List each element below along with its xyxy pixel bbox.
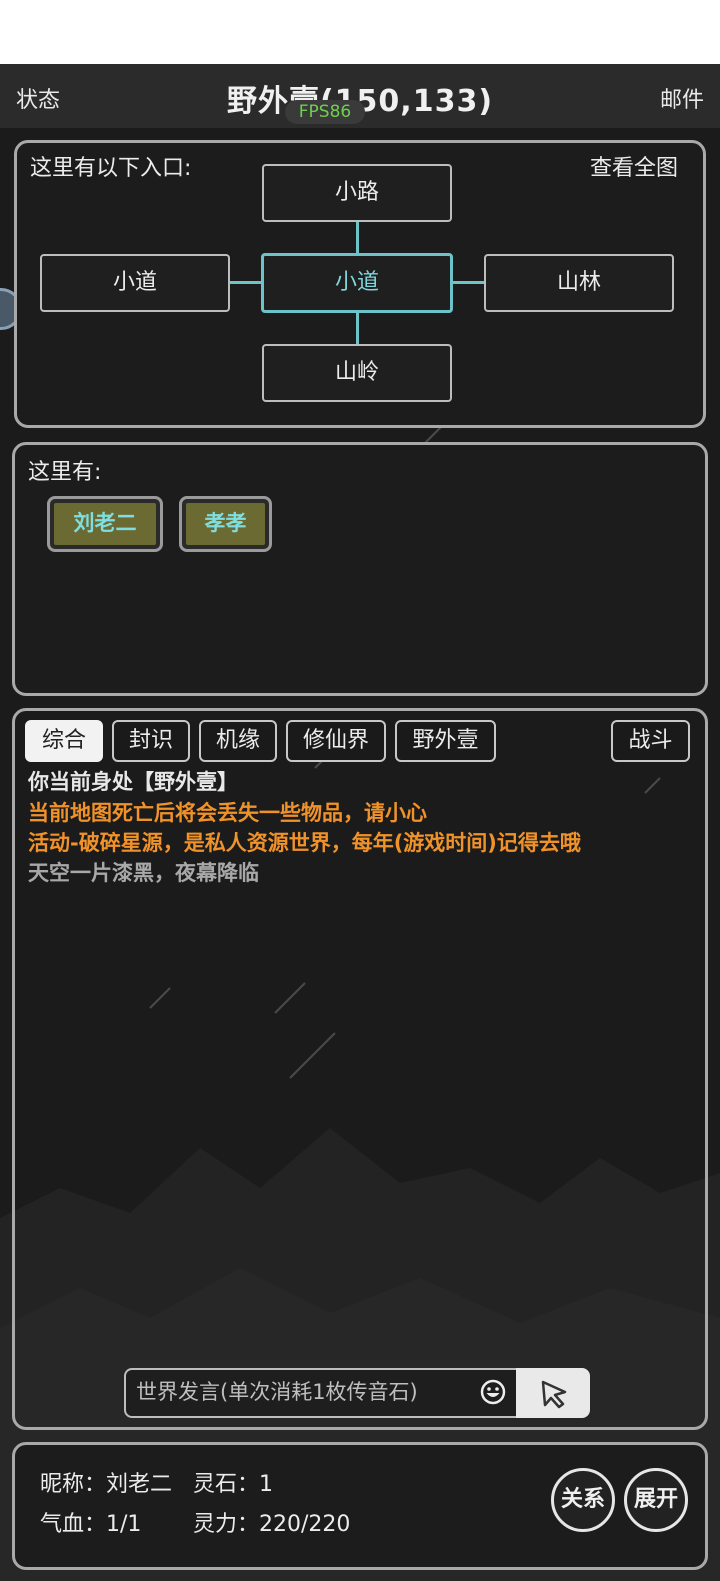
connector-north [356,221,359,254]
send-button[interactable] [516,1368,590,1418]
tab-yewaiyi[interactable]: 野外壹 [395,720,496,762]
connector-west [230,281,261,284]
exit-south[interactable]: 山岭 [262,344,452,402]
relation-button[interactable]: 关系 [551,1468,615,1532]
mail-button[interactable]: 邮件 [660,82,704,114]
mana-text: 灵力：220/220 [193,1512,351,1537]
fps-counter: FPS86 [285,100,365,124]
connector-east [453,281,484,284]
npc-name: 刘老二 [54,503,156,545]
current-location: 小道 [261,253,453,313]
top-bar: 状态 野外壹(150,133) FPS86 邮件 [0,64,720,128]
chat-message: 活动-破碎星源，是私人资源世界，每年(游戏时间)记得去哦 [28,831,581,855]
exit-west[interactable]: 小道 [40,254,230,312]
tab-jiyuan[interactable]: 机缘 [199,720,277,762]
npc-xiaoxiao[interactable]: 孝孝 [179,496,272,552]
tab-general[interactable]: 综合 [25,720,103,762]
npc-liu-laoer[interactable]: 刘老二 [47,496,163,552]
npc-name: 孝孝 [186,503,265,545]
tab-battle[interactable]: 战斗 [611,720,690,762]
world-chat-input[interactable]: 世界发言(单次消耗1枚传音石) [124,1368,518,1418]
emoji-icon[interactable] [480,1379,506,1405]
here-heading: 这里有: [28,460,102,485]
tab-fengshi[interactable]: 封识 [112,720,190,762]
exit-north[interactable]: 小路 [262,164,452,222]
expand-button[interactable]: 展开 [624,1468,688,1532]
spirit-stone-text: 灵石：1 [193,1472,273,1497]
connector-south [356,312,359,345]
hp-text: 气血：1/1 [40,1512,142,1537]
view-full-map-button[interactable]: 查看全图 [590,150,678,182]
exit-east[interactable]: 山林 [484,254,674,312]
tab-xiuxianjie[interactable]: 修仙界 [286,720,386,762]
nickname-text: 昵称：刘老二 [40,1472,173,1497]
here-panel [12,442,708,696]
send-cursor-icon [541,1380,567,1409]
exits-heading: 这里有以下入口: [30,156,192,181]
chat-message: 当前地图死亡后将会丢失一些物品，请小心 [28,801,427,825]
chat-message: 你当前身处【野外壹】 [28,770,238,794]
chat-message: 天空一片漆黑，夜幕降临 [28,861,259,885]
